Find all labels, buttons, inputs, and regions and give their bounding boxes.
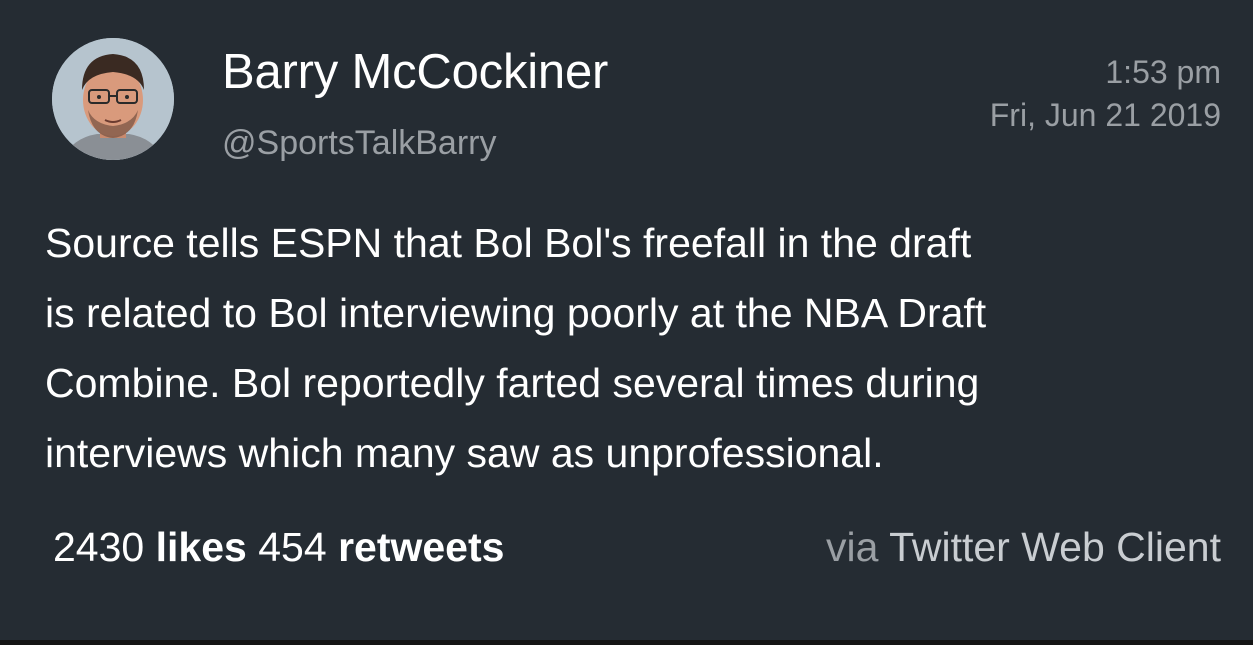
retweets-stat[interactable]: 454 retweets [258, 524, 504, 570]
likes-stat[interactable]: 2430 likes [53, 524, 247, 570]
tweet-source: via Twitter Web Client [826, 524, 1221, 571]
tweet-card: Barry McCockiner @SportsTalkBarry 1:53 p… [0, 0, 1253, 640]
profile-photo-icon [52, 38, 174, 160]
source-client-link[interactable]: Twitter Web Client [889, 524, 1221, 570]
retweets-count: 454 [258, 524, 327, 570]
tweet-time: 1:53 pm [1105, 54, 1221, 90]
tweet-text-line: Source tells ESPN that Bol Bol's freefal… [45, 220, 972, 266]
tweet-text-line: is related to Bol interviewing poorly at… [45, 290, 987, 336]
retweets-label: retweets [338, 524, 505, 570]
tweet-text-line: Combine. Bol reportedly farted several t… [45, 360, 980, 406]
tweet-date: Fri, Jun 21 2019 [989, 97, 1221, 133]
tweet-stats: 2430 likes 454 retweets [53, 524, 504, 571]
display-name[interactable]: Barry McCockiner [222, 44, 608, 100]
source-prefix: via [826, 524, 879, 570]
likes-label: likes [155, 524, 247, 570]
avatar[interactable] [52, 38, 174, 160]
bottom-border [0, 640, 1253, 645]
user-handle[interactable]: @SportsTalkBarry [222, 124, 496, 163]
likes-count: 2430 [53, 524, 145, 570]
tweet-text-line: interviews which many saw as unprofessio… [45, 430, 884, 476]
tweet-text: Source tells ESPN that Bol Bol's freefal… [45, 208, 1215, 488]
